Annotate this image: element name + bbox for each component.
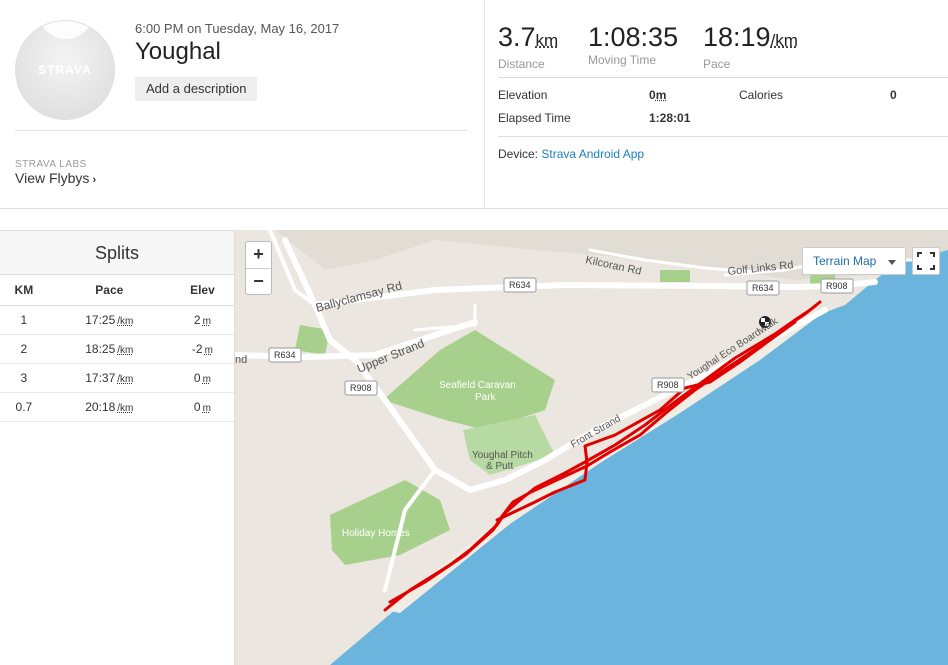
fullscreen-icon — [917, 252, 935, 270]
split-pace: 17:37/km — [47, 363, 171, 393]
map-label-park: Park — [475, 392, 497, 403]
pace-unit: /km — [117, 315, 134, 327]
avatar-collar-shape — [38, 21, 94, 39]
calories-label: Calories — [739, 88, 784, 102]
elapsed-time-value: 1:28:01 — [649, 111, 691, 125]
add-description-button[interactable]: Add a description — [135, 77, 258, 101]
distance-value: 3.7 — [498, 22, 536, 52]
elev-unit: m — [202, 373, 211, 385]
distance-label: Distance — [498, 57, 545, 71]
table-row: 2 18:25/km -2 m — [0, 334, 234, 364]
table-row: 1 17:25/km 2m — [0, 305, 234, 335]
elev-unit: m — [204, 344, 213, 356]
pace-label: Pace — [703, 57, 731, 71]
map-canvas[interactable]: Kilcoran Rd Golf Links Rd Ballyclamsay R… — [235, 230, 948, 665]
pace-unit: /km — [117, 344, 134, 356]
map-label-pitch-putt-2: & Putt — [486, 461, 513, 472]
road-shield-r908: R908 — [350, 383, 372, 393]
pace-unit: /km — [117, 373, 134, 385]
split-elev: 0m — [170, 363, 234, 393]
divider — [15, 130, 467, 131]
zoom-control: + − — [245, 241, 272, 295]
elevation-unit: m — [655, 88, 667, 102]
divider — [498, 136, 948, 137]
stat-moving-time: 1:08:35 Moving Time — [588, 22, 678, 67]
splits-table: KM Pace Elev 1 17:25/km 2m 2 18:25/km -2… — [0, 275, 234, 422]
elev-unit: m — [202, 402, 211, 414]
map-label-partial: nd — [235, 354, 247, 366]
split-elev: 2m — [170, 305, 234, 335]
athlete-avatar[interactable]: STRAVA — [15, 20, 115, 120]
splits-title: Splits — [0, 230, 234, 275]
split-elev: -2 m — [170, 334, 234, 364]
elevation-label: Elevation — [498, 88, 548, 102]
strava-logo: STRAVA — [38, 63, 92, 77]
zoom-out-button[interactable]: − — [246, 268, 271, 294]
split-pace: 18:25/km — [47, 334, 171, 364]
moving-time-value: 1:08:35 — [588, 22, 679, 52]
elevation-value: 0m — [649, 88, 667, 102]
col-header-pace: Pace — [47, 275, 171, 306]
device-info: Device: Strava Android App — [498, 147, 644, 161]
view-flybys-label: View Flybys — [15, 170, 90, 186]
distance-unit: km — [535, 31, 559, 50]
map-type-select[interactable]: Terrain Map — [802, 247, 906, 275]
device-label: Device: — [498, 147, 539, 161]
elev-unit: m — [202, 315, 211, 327]
road-shield-r634: R634 — [752, 283, 774, 293]
split-pace: 20:18/km — [47, 392, 171, 422]
col-header-km: KM — [0, 275, 48, 306]
pace-unit: /km — [770, 31, 798, 50]
pace-value: 18:19 — [703, 22, 771, 52]
stat-pace: 18:19/km Pace — [703, 22, 798, 71]
split-km: 2 — [0, 334, 48, 364]
road-shield-r634: R634 — [274, 350, 296, 360]
view-flybys-link[interactable]: View Flybys › — [15, 170, 96, 186]
map-type-label: Terrain Map — [813, 254, 877, 268]
table-row: 0.7 20:18/km 0m — [0, 392, 234, 422]
split-elev: 0m — [170, 392, 234, 422]
strava-labs-kicker: STRAVA LABS — [15, 159, 87, 170]
divider — [498, 77, 948, 78]
moving-time-label: Moving Time — [588, 53, 657, 67]
splits-header-row: KM Pace Elev — [0, 275, 234, 306]
split-km: 3 — [0, 363, 48, 393]
calories-value: 0 — [890, 88, 897, 102]
split-pace: 17:25/km — [47, 305, 171, 335]
activity-header: STRAVA 6:00 PM on Tuesday, May 16, 2017 … — [0, 0, 948, 209]
map-label-holiday-homes: Holiday Homes — [342, 528, 410, 539]
split-km: 0.7 — [0, 392, 48, 422]
table-row: 3 17:37/km 0m — [0, 363, 234, 393]
divider — [484, 0, 485, 208]
zoom-in-button[interactable]: + — [246, 242, 271, 268]
pace-unit: /km — [117, 402, 134, 414]
chevron-right-icon: › — [92, 174, 97, 186]
park-small — [660, 270, 690, 282]
splits-panel: Splits KM Pace Elev 1 17:25/km 2m 2 18:2… — [0, 230, 235, 665]
split-km: 1 — [0, 305, 48, 335]
fullscreen-button[interactable] — [912, 247, 940, 275]
road-shield-r634: R634 — [509, 280, 531, 290]
road-shield-r908: R908 — [657, 380, 679, 390]
activity-datetime: 6:00 PM on Tuesday, May 16, 2017 — [135, 21, 340, 36]
road-shield-r908: R908 — [826, 281, 848, 291]
device-link[interactable]: Strava Android App — [541, 147, 644, 161]
map-label-seafield: Seafield Caravan — [439, 380, 516, 391]
stat-distance: 3.7km Distance — [498, 22, 558, 71]
col-header-elev: Elev — [170, 275, 234, 306]
elapsed-time-label: Elapsed Time — [498, 111, 571, 125]
route-map[interactable]: Kilcoran Rd Golf Links Rd Ballyclamsay R… — [235, 230, 948, 665]
caret-down-icon — [888, 260, 896, 265]
map-label-pitch-putt: Youghal Pitch — [472, 450, 533, 461]
activity-title[interactable]: Youghal — [135, 38, 221, 66]
